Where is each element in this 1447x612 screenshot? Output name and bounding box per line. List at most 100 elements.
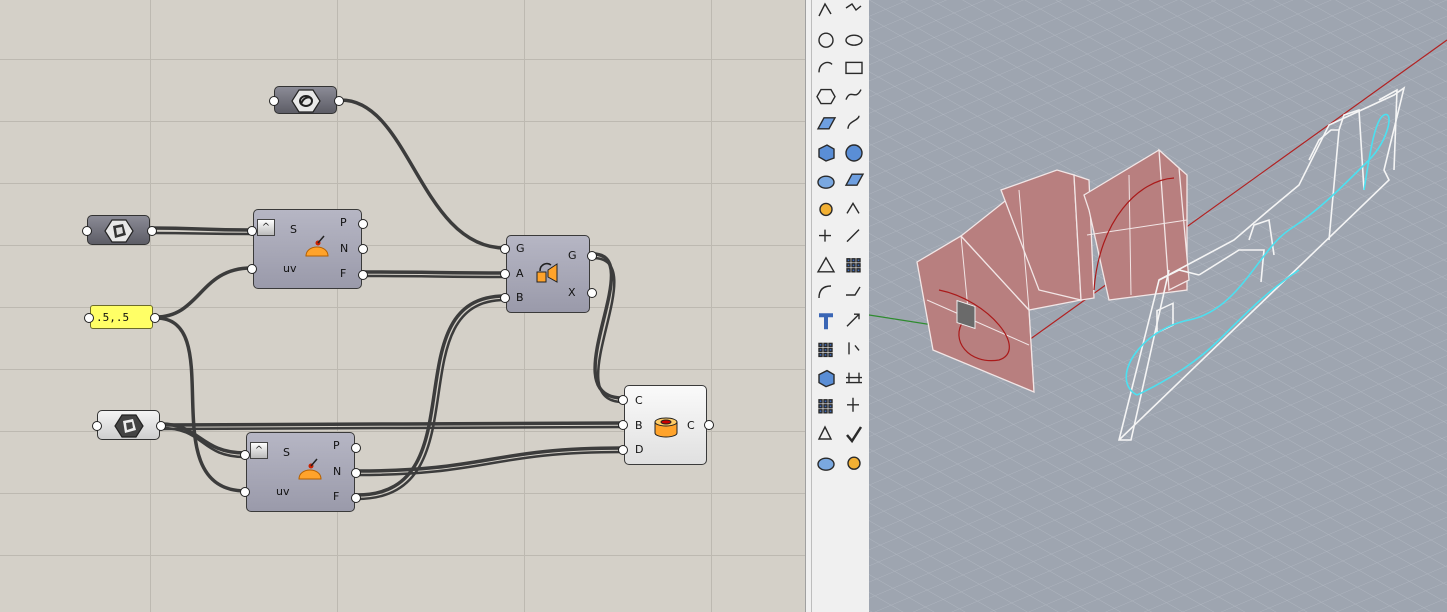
panel-value: .5,.5 bbox=[96, 311, 130, 324]
eval1-grip-uv[interactable] bbox=[247, 264, 257, 274]
eval2-output-f: F bbox=[333, 490, 340, 503]
render-icon[interactable] bbox=[843, 452, 865, 474]
orient-grip-g-in[interactable] bbox=[500, 244, 510, 254]
evaluate-1-badge[interactable]: ^ bbox=[257, 219, 275, 236]
rhino-viewport[interactable] bbox=[869, 0, 1447, 612]
brep-param-2-output-grip[interactable] bbox=[156, 421, 166, 431]
boolean-split-icon[interactable] bbox=[843, 255, 865, 277]
arc-icon[interactable] bbox=[815, 57, 837, 79]
surface-icon[interactable] bbox=[815, 114, 837, 136]
array-icon[interactable] bbox=[815, 339, 837, 361]
shade-icon[interactable] bbox=[815, 452, 837, 474]
split-icon[interactable] bbox=[843, 227, 865, 249]
brep-icon bbox=[114, 414, 144, 438]
curve-param[interactable] bbox=[274, 86, 337, 114]
revolve-icon[interactable] bbox=[843, 114, 865, 136]
eval1-input-uv: uv bbox=[283, 262, 297, 275]
brep-param-1[interactable] bbox=[87, 215, 150, 245]
panel-output-grip[interactable] bbox=[150, 313, 160, 323]
evaluate-2-badge[interactable]: ^ bbox=[250, 442, 268, 459]
wire-panel-to-eval2-uv bbox=[154, 316, 248, 493]
brep-param-1-output-grip[interactable] bbox=[147, 226, 157, 236]
block-icon[interactable] bbox=[815, 368, 837, 390]
solid-grip-b[interactable] bbox=[618, 420, 628, 430]
orient-icon bbox=[536, 262, 558, 283]
wire-brep2-to-collect-b bbox=[159, 421, 625, 427]
eval1-grip-f[interactable] bbox=[358, 270, 368, 280]
box-icon[interactable] bbox=[815, 142, 837, 164]
fillet-icon[interactable] bbox=[815, 283, 837, 305]
eval2-output-p: P bbox=[333, 439, 340, 452]
curve-icon[interactable] bbox=[843, 86, 865, 108]
eval1-output-n: N bbox=[340, 242, 349, 255]
brep-param-2-input-grip[interactable] bbox=[92, 421, 102, 431]
eval2-grip-uv[interactable] bbox=[240, 487, 250, 497]
orient-grip-x[interactable] bbox=[587, 288, 597, 298]
text-icon[interactable] bbox=[815, 311, 837, 333]
wire-brep1-to-eval1-s bbox=[149, 226, 253, 232]
circle-icon[interactable] bbox=[815, 29, 837, 51]
dimension-icon[interactable] bbox=[843, 368, 865, 390]
orient-component[interactable]: G A B G X bbox=[506, 235, 590, 313]
brep-param-1-input-grip[interactable] bbox=[82, 226, 92, 236]
eval1-grip-s[interactable] bbox=[247, 226, 257, 236]
sphere-icon[interactable] bbox=[843, 142, 865, 164]
viewport-scene bbox=[869, 0, 1447, 612]
brep-icon bbox=[104, 219, 134, 243]
evaluate-surface-2[interactable]: ^ S uv P N F bbox=[246, 432, 355, 512]
ellipse-icon[interactable] bbox=[843, 29, 865, 51]
boolean-union-icon[interactable] bbox=[815, 255, 837, 277]
align-icon[interactable] bbox=[843, 339, 865, 361]
cylinder-icon[interactable] bbox=[815, 170, 837, 192]
gumball-icon[interactable] bbox=[843, 396, 865, 418]
orient-input-g: G bbox=[516, 242, 525, 255]
brep-param-2[interactable] bbox=[97, 410, 160, 440]
eval1-input-s: S bbox=[290, 223, 297, 236]
solid-output-c: C bbox=[687, 419, 695, 432]
orient-input-b: B bbox=[516, 291, 524, 304]
curve-param-input-grip[interactable] bbox=[269, 96, 279, 106]
solid-grip-c-in[interactable] bbox=[618, 395, 628, 405]
mesh-icon[interactable] bbox=[843, 170, 865, 192]
rhino-toolbar bbox=[805, 0, 871, 612]
solid-grip-c-out[interactable] bbox=[704, 420, 714, 430]
uv-panel[interactable]: .5,.5 bbox=[90, 305, 153, 329]
check-icon[interactable] bbox=[843, 424, 865, 446]
polygon-icon[interactable] bbox=[815, 86, 837, 108]
wire-panel-to-eval1-uv bbox=[154, 266, 253, 319]
scale-icon[interactable] bbox=[843, 311, 865, 333]
solid-input-d: D bbox=[635, 443, 644, 456]
eval2-grip-s[interactable] bbox=[240, 450, 250, 460]
point-icon[interactable] bbox=[815, 1, 837, 23]
orient-grip-b[interactable] bbox=[500, 293, 510, 303]
grasshopper-canvas[interactable]: .5,.5 ^ S uv P N F ^ S uv P N F G A B G … bbox=[0, 0, 805, 612]
gear-icon[interactable] bbox=[815, 198, 837, 220]
curve-param-output-grip[interactable] bbox=[334, 96, 344, 106]
eval2-grip-f[interactable] bbox=[351, 493, 361, 503]
eval2-grip-p[interactable] bbox=[351, 443, 361, 453]
grid-icon[interactable] bbox=[815, 396, 837, 418]
panel-input-grip[interactable] bbox=[84, 313, 94, 323]
eval1-output-f: F bbox=[340, 267, 347, 280]
solid-component[interactable]: C B D C bbox=[624, 385, 707, 465]
eval1-grip-n[interactable] bbox=[358, 244, 368, 254]
orient-input-a: A bbox=[516, 267, 524, 280]
layer-icon[interactable] bbox=[815, 424, 837, 446]
explode-icon[interactable] bbox=[843, 198, 865, 220]
orient-grip-g-out[interactable] bbox=[587, 251, 597, 261]
toolbar-icon-layer bbox=[815, 1, 865, 474]
solid-grip-d[interactable] bbox=[618, 445, 628, 455]
offset-icon[interactable] bbox=[843, 283, 865, 305]
rectangle-icon[interactable] bbox=[843, 57, 865, 79]
evaluate-surface-1[interactable]: ^ S uv P N F bbox=[253, 209, 362, 289]
evaluate-surface-icon bbox=[305, 235, 329, 257]
wire-eval1-f-to-orient-a bbox=[362, 270, 507, 275]
orient-output-g: G bbox=[568, 249, 577, 262]
trim-icon[interactable] bbox=[815, 227, 837, 249]
polyline-icon[interactable] bbox=[843, 1, 865, 23]
orient-grip-a[interactable] bbox=[500, 269, 510, 279]
eval2-output-n: N bbox=[333, 465, 342, 478]
eval1-grip-p[interactable] bbox=[358, 219, 368, 229]
solid-input-b: B bbox=[635, 419, 643, 432]
eval2-grip-n[interactable] bbox=[351, 468, 361, 478]
